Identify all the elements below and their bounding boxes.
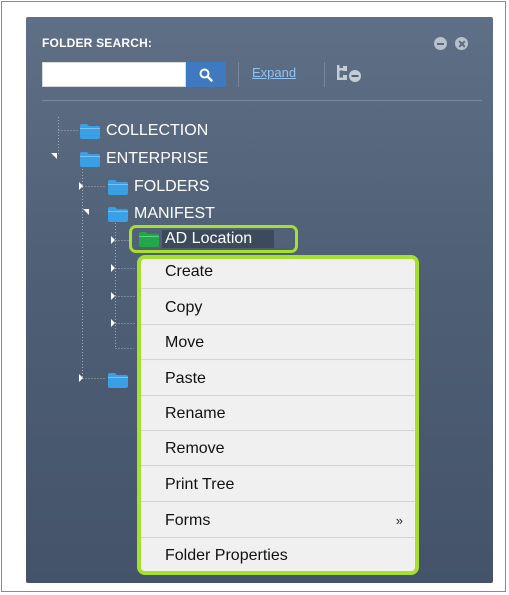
menu-item-label: Paste	[165, 369, 206, 387]
tree-node-hidden[interactable]	[108, 370, 128, 390]
menu-item-copy[interactable]: Copy	[141, 291, 415, 325]
tree-node-collection[interactable]: COLLECTION	[80, 121, 208, 141]
folder-icon	[80, 151, 100, 167]
menu-item-create[interactable]: Create	[141, 259, 415, 289]
tree-node-label: FOLDERS	[134, 178, 210, 195]
menu-item-move[interactable]: Move	[141, 326, 415, 360]
context-menu: Create Copy Move Paste Rename Remove Pri…	[137, 255, 419, 575]
menu-item-remove[interactable]: Remove	[141, 432, 415, 466]
tree-node-folders[interactable]: FOLDERS	[108, 177, 210, 197]
menu-item-rename[interactable]: Rename	[141, 397, 415, 431]
menu-item-label: Copy	[165, 298, 203, 316]
menu-item-label: Forms	[165, 511, 211, 529]
tree-node-label: ENTERPRISE	[106, 150, 209, 167]
tree-node-label: AD Location	[165, 230, 253, 247]
menu-item-label: Rename	[165, 404, 226, 422]
folder-icon	[108, 206, 128, 222]
menu-item-forms[interactable]: Forms »	[141, 504, 415, 538]
selected-node-highlight: AD Location	[129, 225, 298, 253]
tree-node-manifest[interactable]: MANIFEST	[108, 204, 215, 224]
folder-icon	[108, 179, 128, 195]
menu-item-paste[interactable]: Paste	[141, 362, 415, 396]
folder-icon	[139, 231, 159, 247]
tree-node-label: COLLECTION	[106, 122, 209, 139]
menu-item-folder-properties[interactable]: Folder Properties	[141, 539, 415, 571]
menu-item-label: Move	[165, 333, 205, 351]
folder-icon	[80, 123, 100, 139]
menu-item-print-tree[interactable]: Print Tree	[141, 468, 415, 502]
tree-node-label: MANIFEST	[134, 205, 215, 222]
submenu-arrow-icon: »	[395, 513, 403, 528]
menu-item-label: Remove	[165, 439, 225, 457]
menu-item-label: Create	[165, 262, 214, 280]
tree-node-enterprise[interactable]: ENTERPRISE	[80, 149, 208, 169]
menu-item-label: Print Tree	[165, 475, 235, 493]
tree-node-ad-location[interactable]: AD Location	[139, 229, 252, 249]
menu-item-label: Folder Properties	[165, 547, 288, 564]
folder-icon	[108, 372, 128, 388]
